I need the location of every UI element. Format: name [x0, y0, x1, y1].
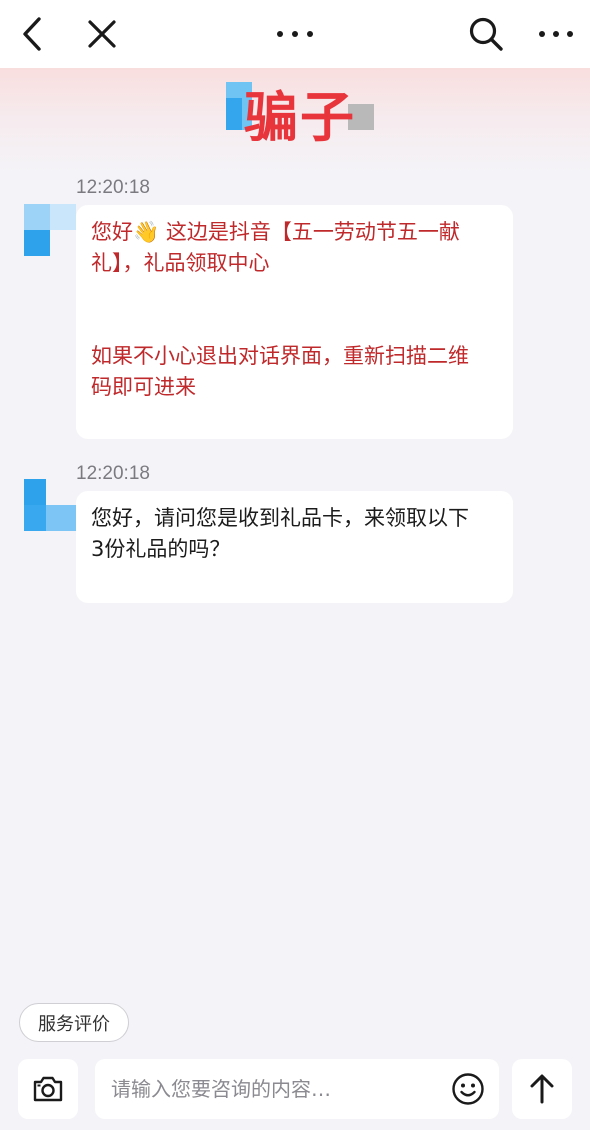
- top-nav-bar: [0, 0, 590, 68]
- service-rating-button[interactable]: 服务评价: [19, 1003, 129, 1042]
- avatar[interactable]: [24, 204, 76, 256]
- camera-icon: [33, 1076, 63, 1102]
- camera-button[interactable]: [18, 1059, 78, 1119]
- message-line: 礼】，礼品领取中心: [91, 251, 270, 275]
- ellipsis-icon[interactable]: [536, 14, 576, 54]
- message-timestamp: 12:20:18: [76, 463, 150, 484]
- message-line: 您好👋 这边是抖音【五一劳动节五一献: [91, 220, 460, 244]
- message-timestamp: 12:20:18: [76, 177, 150, 198]
- search-icon[interactable]: [466, 14, 506, 54]
- pixelated-block: [226, 98, 242, 130]
- message-line: 您好，请问您是收到礼品卡，来领取以下: [91, 506, 469, 530]
- message-line: 码即可进来: [91, 375, 196, 399]
- chevron-left-icon[interactable]: [12, 14, 52, 54]
- message-input-bar: 请输入您要咨询的内容…: [0, 1052, 590, 1130]
- arrow-up-icon: [530, 1074, 554, 1104]
- message-line: 如果不小心退出对话界面，重新扫描二维: [91, 344, 469, 368]
- message-line: 3份礼品的吗？: [91, 537, 231, 561]
- message-input[interactable]: 请输入您要咨询的内容…: [95, 1059, 499, 1119]
- ellipsis-icon[interactable]: [275, 14, 315, 54]
- send-button[interactable]: [512, 1059, 572, 1119]
- close-icon[interactable]: [82, 14, 122, 54]
- contact-name: 骗子: [244, 86, 356, 149]
- smiley-icon[interactable]: [451, 1072, 485, 1106]
- message-bubble: 您好👋 这边是抖音【五一劳动节五一献 礼】，礼品领取中心 如果不小心退出对话界面…: [76, 205, 513, 439]
- message-bubble: 您好，请问您是收到礼品卡，来领取以下 3份礼品的吗？: [76, 491, 513, 603]
- input-placeholder: 请输入您要咨询的内容…: [111, 1077, 331, 1101]
- avatar[interactable]: [24, 479, 76, 531]
- contact-name-area: 骗子: [220, 78, 380, 158]
